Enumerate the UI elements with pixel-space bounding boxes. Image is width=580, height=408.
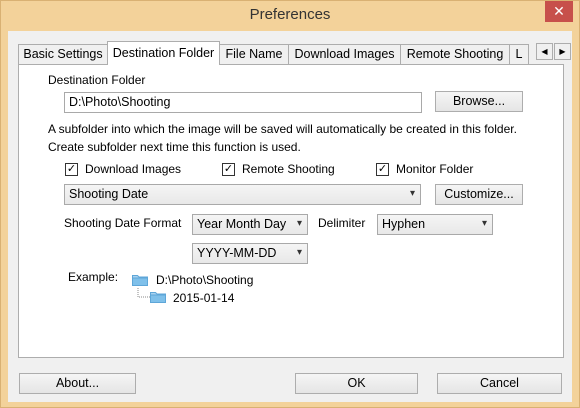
cancel-button[interactable]: Cancel [437,373,562,394]
date-format-value: Year Month Day [197,217,287,231]
arrow-right-icon: ▶ [559,47,566,56]
subfolder-info-line1: A subfolder into which the image will be… [48,122,517,136]
subfolder-info-line2: Create subfolder next time this function… [48,140,301,154]
close-icon: ✕ [553,3,565,19]
subfolder-type-value: Shooting Date [69,187,149,201]
date-pattern-value: YYYY-MM-DD [197,246,277,260]
tab-scroll-controls: ◀ ▶ [536,43,572,60]
dialog-client-area: Basic Settings Destination Folder File N… [8,31,572,402]
about-button[interactable]: About... [19,373,136,394]
subfolder-type-select[interactable]: Shooting Date ▾ [64,184,421,205]
close-button[interactable]: ✕ [545,1,573,22]
title-bar[interactable]: Preferences ✕ [1,1,579,31]
date-pattern-select[interactable]: YYYY-MM-DD ▾ [192,243,308,264]
chevron-down-icon: ▾ [296,247,302,258]
chevron-down-icon: ▾ [409,188,415,199]
monitor-folder-checkbox[interactable]: ✓ [376,163,389,176]
tab-scroll-right-button[interactable]: ▶ [554,43,571,60]
shooting-date-format-label: Shooting Date Format [64,216,182,230]
folder-icon [150,292,166,303]
customize-button[interactable]: Customize... [435,184,523,205]
example-subfolder: 2015-01-14 [173,291,235,305]
download-images-checkbox[interactable]: ✓ [65,163,78,176]
example-root-path: D:\Photo\Shooting [156,273,254,287]
tab-overflow[interactable]: L [509,44,529,64]
example-label: Example: [68,270,119,284]
folder-icon [132,275,148,286]
delimiter-label: Delimiter [318,216,366,230]
checkmark-icon: ✓ [377,163,388,175]
download-images-label: Download Images [85,162,182,176]
chevron-down-icon: ▾ [481,218,487,229]
destination-folder-heading: Destination Folder [48,73,146,87]
remote-shooting-label: Remote Shooting [242,162,335,176]
window-title: Preferences [249,6,331,23]
browse-button[interactable]: Browse... [435,91,523,112]
remote-shooting-checkbox[interactable]: ✓ [222,163,235,176]
date-format-select[interactable]: Year Month Day ▾ [192,214,308,235]
ok-button[interactable]: OK [295,373,418,394]
tab-basic-settings[interactable]: Basic Settings [18,44,108,64]
delimiter-value: Hyphen [382,217,426,231]
tab-remote-shooting[interactable]: Remote Shooting [400,44,510,64]
checkmark-icon: ✓ [66,163,77,175]
chevron-down-icon: ▾ [296,218,302,229]
monitor-folder-label: Monitor Folder [396,162,474,176]
destination-folder-panel: Destination Folder D:\Photo\Shooting Bro… [18,64,564,358]
tab-download-images[interactable]: Download Images [288,44,401,64]
destination-path-field[interactable]: D:\Photo\Shooting [64,92,422,113]
delimiter-select[interactable]: Hyphen ▾ [377,214,493,235]
tab-destination-folder[interactable]: Destination Folder [107,41,220,65]
arrow-left-icon: ◀ [541,47,548,56]
tab-scroll-left-button[interactable]: ◀ [536,43,553,60]
checkmark-icon: ✓ [223,163,234,175]
tab-file-name[interactable]: File Name [219,44,289,64]
preferences-window: Preferences ✕ Basic Settings Destination… [0,0,580,408]
